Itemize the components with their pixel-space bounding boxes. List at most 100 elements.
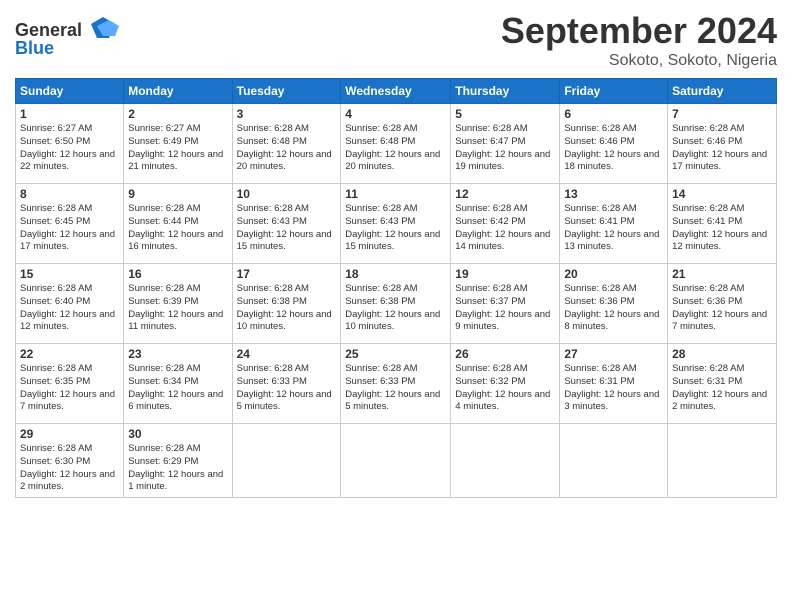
calendar-cell: 29 Sunrise: 6:28 AM Sunset: 6:30 PM Dayl… — [16, 424, 124, 498]
calendar-cell: 8 Sunrise: 6:28 AM Sunset: 6:45 PM Dayli… — [16, 184, 124, 264]
calendar-cell — [560, 424, 668, 498]
calendar-cell: 22 Sunrise: 6:28 AM Sunset: 6:35 PM Dayl… — [16, 344, 124, 424]
day-info: Sunrise: 6:27 AM Sunset: 6:49 PM Dayligh… — [128, 123, 227, 174]
day-number: 14 — [672, 187, 772, 201]
day-info: Sunrise: 6:28 AM Sunset: 6:41 PM Dayligh… — [672, 203, 772, 254]
day-number: 3 — [237, 107, 337, 121]
day-info: Sunrise: 6:28 AM Sunset: 6:39 PM Dayligh… — [128, 283, 227, 334]
day-info: Sunrise: 6:28 AM Sunset: 6:43 PM Dayligh… — [237, 203, 337, 254]
week-row-5: 29 Sunrise: 6:28 AM Sunset: 6:30 PM Dayl… — [16, 424, 777, 498]
calendar-cell: 20 Sunrise: 6:28 AM Sunset: 6:36 PM Dayl… — [560, 264, 668, 344]
calendar-cell: 19 Sunrise: 6:28 AM Sunset: 6:37 PM Dayl… — [451, 264, 560, 344]
day-info: Sunrise: 6:28 AM Sunset: 6:35 PM Dayligh… — [20, 363, 119, 414]
day-info: Sunrise: 6:28 AM Sunset: 6:38 PM Dayligh… — [237, 283, 337, 334]
header-row: Sunday Monday Tuesday Wednesday Thursday… — [16, 79, 777, 104]
day-info: Sunrise: 6:28 AM Sunset: 6:46 PM Dayligh… — [564, 123, 663, 174]
day-info: Sunrise: 6:28 AM Sunset: 6:40 PM Dayligh… — [20, 283, 119, 334]
day-number: 22 — [20, 347, 119, 361]
day-info: Sunrise: 6:28 AM Sunset: 6:42 PM Dayligh… — [455, 203, 555, 254]
day-number: 16 — [128, 267, 227, 281]
day-number: 5 — [455, 107, 555, 121]
day-info: Sunrise: 6:28 AM Sunset: 6:32 PM Dayligh… — [455, 363, 555, 414]
day-info: Sunrise: 6:28 AM Sunset: 6:44 PM Dayligh… — [128, 203, 227, 254]
day-number: 17 — [237, 267, 337, 281]
week-row-3: 15 Sunrise: 6:28 AM Sunset: 6:40 PM Dayl… — [16, 264, 777, 344]
day-info: Sunrise: 6:28 AM Sunset: 6:29 PM Dayligh… — [128, 443, 227, 494]
day-number: 19 — [455, 267, 555, 281]
calendar-cell: 7 Sunrise: 6:28 AM Sunset: 6:46 PM Dayli… — [668, 104, 777, 184]
day-info: Sunrise: 6:28 AM Sunset: 6:36 PM Dayligh… — [672, 283, 772, 334]
day-info: Sunrise: 6:28 AM Sunset: 6:43 PM Dayligh… — [345, 203, 446, 254]
day-info: Sunrise: 6:28 AM Sunset: 6:38 PM Dayligh… — [345, 283, 446, 334]
svg-text:General: General — [15, 20, 82, 40]
day-info: Sunrise: 6:27 AM Sunset: 6:50 PM Dayligh… — [20, 123, 119, 174]
day-number: 20 — [564, 267, 663, 281]
calendar-cell — [668, 424, 777, 498]
day-info: Sunrise: 6:28 AM Sunset: 6:36 PM Dayligh… — [564, 283, 663, 334]
calendar-cell: 26 Sunrise: 6:28 AM Sunset: 6:32 PM Dayl… — [451, 344, 560, 424]
day-info: Sunrise: 6:28 AM Sunset: 6:31 PM Dayligh… — [672, 363, 772, 414]
calendar-cell: 2 Sunrise: 6:27 AM Sunset: 6:49 PM Dayli… — [124, 104, 232, 184]
day-info: Sunrise: 6:28 AM Sunset: 6:46 PM Dayligh… — [672, 123, 772, 174]
day-info: Sunrise: 6:28 AM Sunset: 6:34 PM Dayligh… — [128, 363, 227, 414]
calendar-cell: 14 Sunrise: 6:28 AM Sunset: 6:41 PM Dayl… — [668, 184, 777, 264]
week-row-4: 22 Sunrise: 6:28 AM Sunset: 6:35 PM Dayl… — [16, 344, 777, 424]
day-number: 27 — [564, 347, 663, 361]
calendar-cell — [341, 424, 451, 498]
day-number: 18 — [345, 267, 446, 281]
calendar-cell — [451, 424, 560, 498]
calendar-cell: 16 Sunrise: 6:28 AM Sunset: 6:39 PM Dayl… — [124, 264, 232, 344]
calendar-cell — [232, 424, 341, 498]
day-info: Sunrise: 6:28 AM Sunset: 6:47 PM Dayligh… — [455, 123, 555, 174]
col-tuesday: Tuesday — [232, 79, 341, 104]
day-number: 11 — [345, 187, 446, 201]
day-number: 7 — [672, 107, 772, 121]
day-number: 25 — [345, 347, 446, 361]
calendar-cell: 10 Sunrise: 6:28 AM Sunset: 6:43 PM Dayl… — [232, 184, 341, 264]
logo-svg: General Blue — [15, 14, 135, 62]
header: General Blue September 2024 Sokoto, Soko… — [15, 10, 777, 70]
day-number: 21 — [672, 267, 772, 281]
day-number: 13 — [564, 187, 663, 201]
title-block: September 2024 Sokoto, Sokoto, Nigeria — [501, 10, 777, 70]
calendar-cell: 5 Sunrise: 6:28 AM Sunset: 6:47 PM Dayli… — [451, 104, 560, 184]
location-subtitle: Sokoto, Sokoto, Nigeria — [501, 52, 777, 70]
calendar-cell: 4 Sunrise: 6:28 AM Sunset: 6:48 PM Dayli… — [341, 104, 451, 184]
day-info: Sunrise: 6:28 AM Sunset: 6:30 PM Dayligh… — [20, 443, 119, 494]
col-monday: Monday — [124, 79, 232, 104]
calendar-table: Sunday Monday Tuesday Wednesday Thursday… — [15, 78, 777, 498]
calendar-cell: 25 Sunrise: 6:28 AM Sunset: 6:33 PM Dayl… — [341, 344, 451, 424]
day-number: 26 — [455, 347, 555, 361]
day-info: Sunrise: 6:28 AM Sunset: 6:48 PM Dayligh… — [345, 123, 446, 174]
day-info: Sunrise: 6:28 AM Sunset: 6:41 PM Dayligh… — [564, 203, 663, 254]
calendar-cell: 21 Sunrise: 6:28 AM Sunset: 6:36 PM Dayl… — [668, 264, 777, 344]
calendar-cell: 27 Sunrise: 6:28 AM Sunset: 6:31 PM Dayl… — [560, 344, 668, 424]
day-number: 12 — [455, 187, 555, 201]
calendar-cell: 6 Sunrise: 6:28 AM Sunset: 6:46 PM Dayli… — [560, 104, 668, 184]
col-friday: Friday — [560, 79, 668, 104]
day-number: 2 — [128, 107, 227, 121]
calendar-cell: 23 Sunrise: 6:28 AM Sunset: 6:34 PM Dayl… — [124, 344, 232, 424]
day-number: 4 — [345, 107, 446, 121]
day-number: 1 — [20, 107, 119, 121]
day-info: Sunrise: 6:28 AM Sunset: 6:45 PM Dayligh… — [20, 203, 119, 254]
day-info: Sunrise: 6:28 AM Sunset: 6:48 PM Dayligh… — [237, 123, 337, 174]
calendar-cell: 9 Sunrise: 6:28 AM Sunset: 6:44 PM Dayli… — [124, 184, 232, 264]
col-wednesday: Wednesday — [341, 79, 451, 104]
day-info: Sunrise: 6:28 AM Sunset: 6:33 PM Dayligh… — [237, 363, 337, 414]
col-thursday: Thursday — [451, 79, 560, 104]
logo: General Blue — [15, 14, 135, 67]
calendar-cell: 24 Sunrise: 6:28 AM Sunset: 6:33 PM Dayl… — [232, 344, 341, 424]
calendar-cell: 18 Sunrise: 6:28 AM Sunset: 6:38 PM Dayl… — [341, 264, 451, 344]
day-number: 24 — [237, 347, 337, 361]
week-row-2: 8 Sunrise: 6:28 AM Sunset: 6:45 PM Dayli… — [16, 184, 777, 264]
day-number: 6 — [564, 107, 663, 121]
calendar-cell: 28 Sunrise: 6:28 AM Sunset: 6:31 PM Dayl… — [668, 344, 777, 424]
col-saturday: Saturday — [668, 79, 777, 104]
day-number: 28 — [672, 347, 772, 361]
col-sunday: Sunday — [16, 79, 124, 104]
calendar-cell: 3 Sunrise: 6:28 AM Sunset: 6:48 PM Dayli… — [232, 104, 341, 184]
calendar-cell: 30 Sunrise: 6:28 AM Sunset: 6:29 PM Dayl… — [124, 424, 232, 498]
calendar-cell: 17 Sunrise: 6:28 AM Sunset: 6:38 PM Dayl… — [232, 264, 341, 344]
month-title: September 2024 — [501, 10, 777, 52]
